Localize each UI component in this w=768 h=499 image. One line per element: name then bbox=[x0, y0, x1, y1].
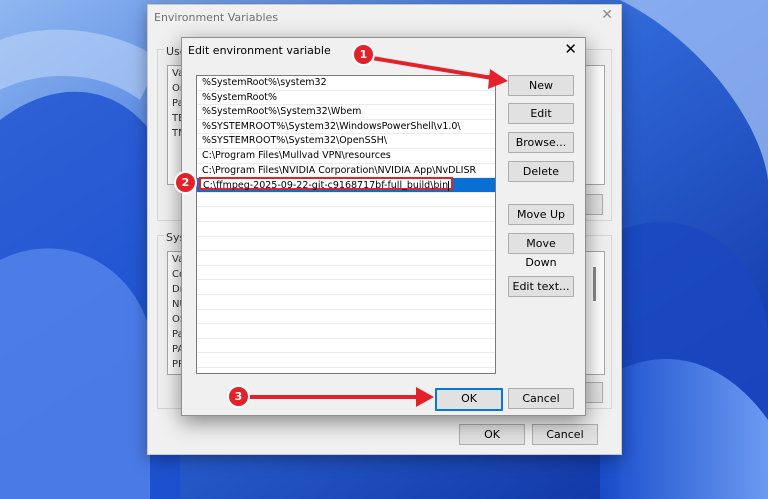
step-badge-1: 1 bbox=[352, 43, 375, 66]
arrow-to-new-button bbox=[371, 56, 499, 81]
step-badge-2: 2 bbox=[174, 171, 197, 194]
annotation-arrows bbox=[248, 56, 508, 407]
arrowhead-ok bbox=[416, 387, 434, 407]
arrowhead-new bbox=[488, 69, 508, 89]
step-badge-3: 3 bbox=[227, 385, 250, 408]
